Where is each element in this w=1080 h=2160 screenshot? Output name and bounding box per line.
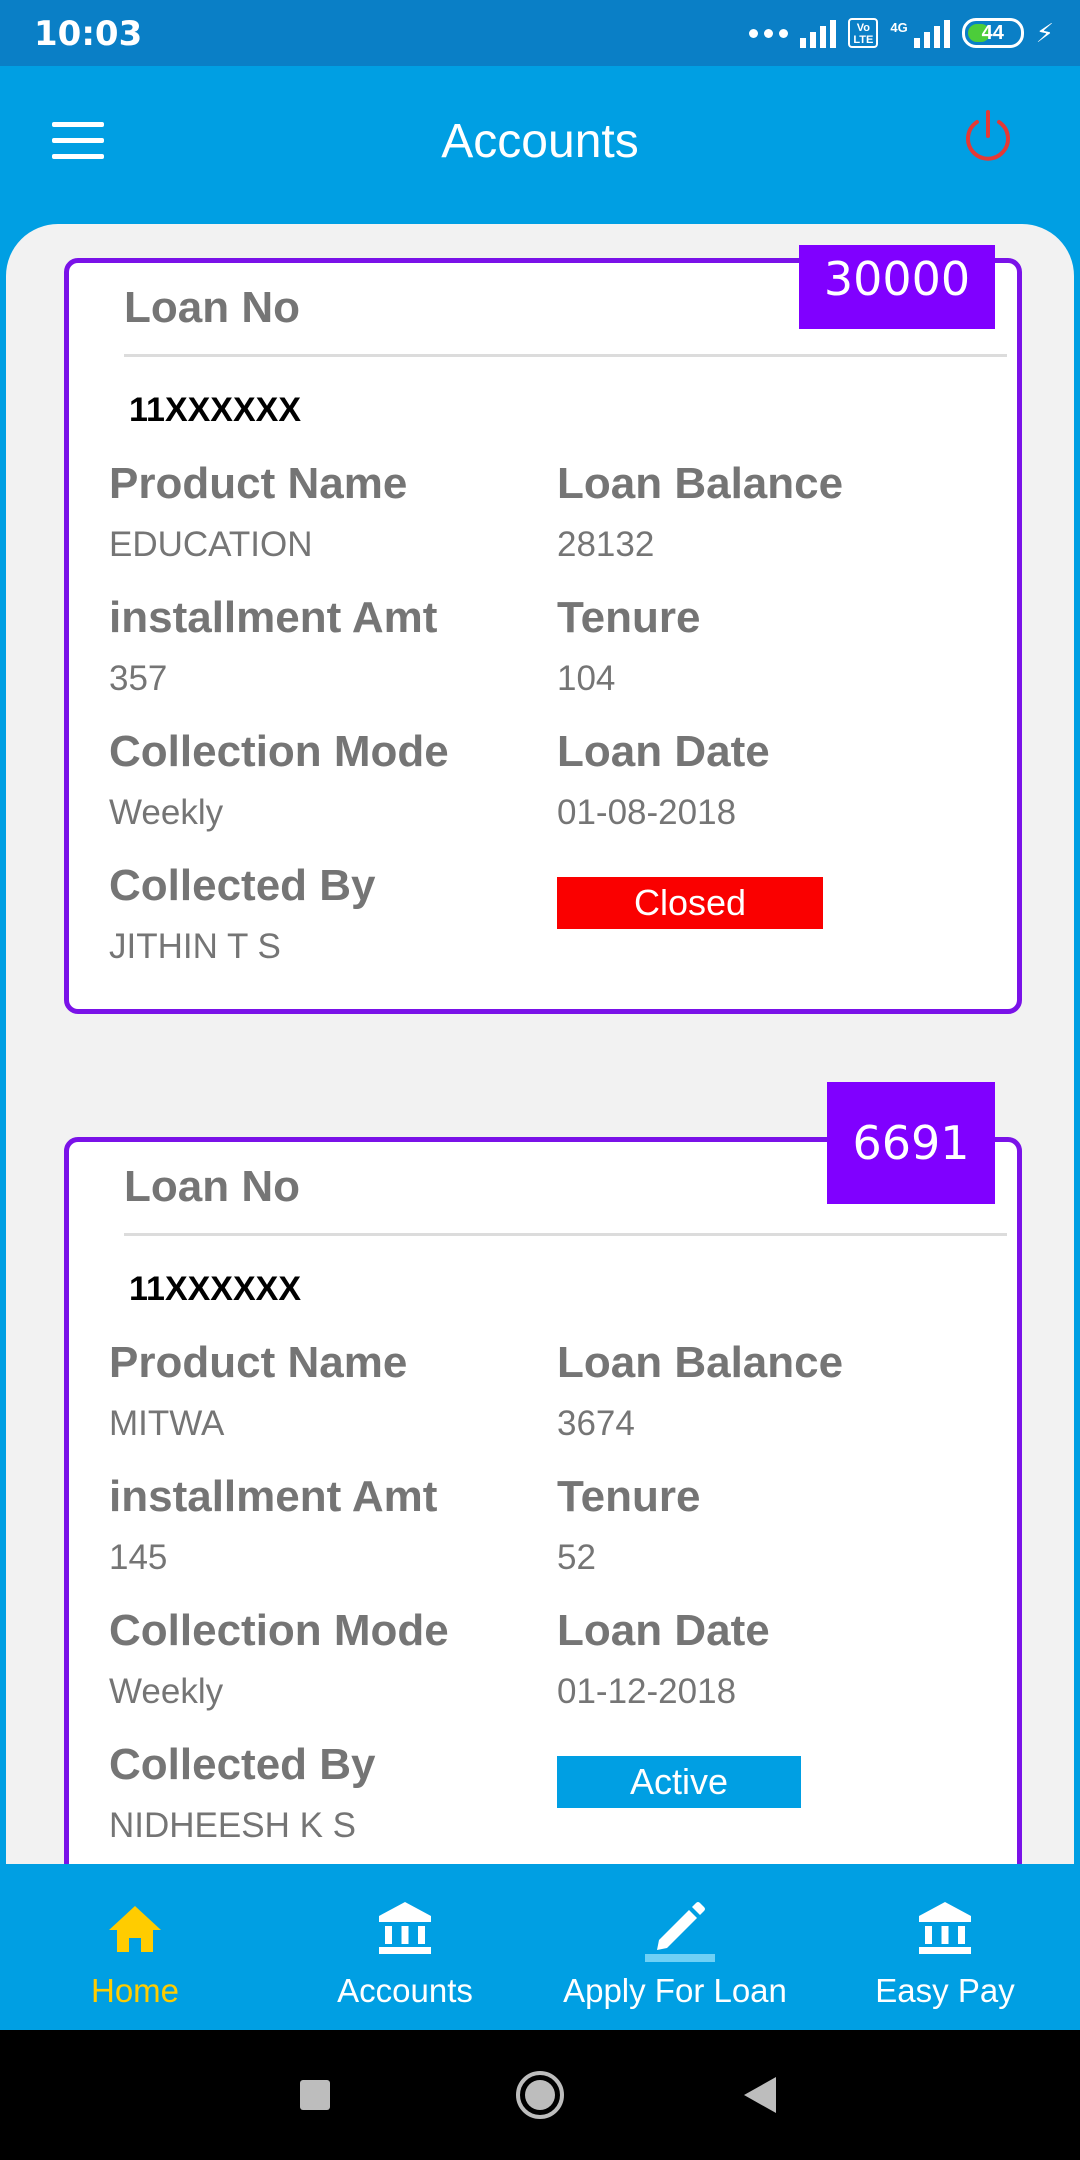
battery-level: 44 [981, 21, 1004, 44]
installment-label: installment Amt [109, 1472, 438, 1521]
tenure-value: 104 [557, 659, 616, 698]
loan-amount-badge: 30000 [799, 245, 995, 329]
nav-home[interactable]: Home [0, 1868, 270, 2030]
bank-icon [375, 1898, 435, 1958]
installment-label: installment Amt [109, 593, 438, 642]
tenure-label: Tenure [557, 1472, 701, 1521]
square-icon[interactable] [285, 2065, 345, 2125]
status-badge: Closed [557, 877, 823, 929]
collection-mode-value: Weekly [109, 1672, 224, 1711]
nav-easy-pay[interactable]: Easy Pay [810, 1868, 1080, 2030]
status-time: 10:03 [34, 14, 143, 54]
signal-icon [800, 18, 837, 48]
circle-icon[interactable] [510, 2065, 570, 2125]
loan-date-label: Loan Date [557, 727, 770, 776]
installment-value: 145 [109, 1538, 168, 1577]
app-bar: Accounts [0, 66, 1080, 222]
divider [124, 354, 1007, 357]
loan-amount-badge: 6691 [827, 1082, 995, 1204]
battery-icon: 44 [961, 18, 1024, 48]
collected-by-value: JITHIN T S [109, 927, 281, 966]
pencil-icon [645, 1898, 715, 1962]
nav-label-home: Home [90, 1972, 180, 2009]
product-name-label: Product Name [109, 459, 408, 508]
loan-date-label: Loan Date [557, 1606, 770, 1655]
loan-no-value: 11XXXXXX [129, 1270, 302, 1308]
loan-no-label: Loan No [124, 283, 300, 332]
bank-icon [915, 1898, 975, 1958]
nav-apply-for-loan[interactable]: Apply For Loan [540, 1868, 810, 2030]
collected-by-label: Collected By [109, 861, 376, 910]
loan-no-label: Loan No [124, 1162, 300, 1211]
loan-card[interactable]: 6691 Loan No 11XXXXXX Product Name MITWA… [64, 1082, 1022, 1864]
loan-balance-label: Loan Balance [557, 459, 844, 508]
collection-mode-label: Collection Mode [109, 727, 449, 776]
loan-date-value: 01-08-2018 [557, 793, 737, 832]
system-nav-bar [0, 2030, 1080, 2160]
loan-balance-value: 3674 [557, 1404, 635, 1443]
network-type: 4G [890, 19, 908, 35]
home-icon [105, 1898, 165, 1958]
bottom-nav: Home Accounts Apply For Loan Easy Pay [0, 1868, 1080, 2030]
loan-balance-label: Loan Balance [557, 1338, 844, 1387]
loan-card[interactable]: 30000 Loan No 11XXXXXX Product Name EDUC… [64, 245, 1022, 1014]
triangle-back-icon[interactable] [730, 2065, 790, 2125]
power-icon[interactable] [958, 106, 1018, 166]
nav-label-accounts: Accounts [337, 1972, 473, 2009]
collected-by-label: Collected By [109, 1740, 376, 1789]
more-dots-icon [749, 28, 789, 38]
charging-icon: ⚡ [1035, 17, 1054, 48]
product-name-label: Product Name [109, 1338, 408, 1387]
product-name-value: EDUCATION [109, 525, 313, 564]
collection-mode-label: Collection Mode [109, 1606, 449, 1655]
product-name-value: MITWA [109, 1404, 225, 1443]
collection-mode-value: Weekly [109, 793, 224, 832]
installment-value: 357 [109, 659, 168, 698]
volte-icon: Vo LTE [848, 18, 879, 48]
accounts-list[interactable]: 30000 Loan No 11XXXXXX Product Name EDUC… [6, 224, 1074, 1864]
loan-no-value: 11XXXXXX [129, 391, 302, 429]
loan-date-value: 01-12-2018 [557, 1672, 737, 1711]
nav-accounts[interactable]: Accounts [270, 1868, 540, 2030]
collected-by-value: NIDHEESH K S [109, 1806, 356, 1845]
nav-label-apply-for-loan: Apply For Loan [563, 1972, 787, 2009]
status-icons: Vo LTE 4G 44 ⚡ [749, 12, 1054, 54]
tenure-label: Tenure [557, 593, 701, 642]
nav-label-easy-pay: Easy Pay [875, 1972, 1015, 2009]
tenure-value: 52 [557, 1538, 596, 1577]
page-title: Accounts [441, 115, 639, 168]
divider [124, 1233, 1007, 1236]
signal-icon-2 [913, 18, 950, 48]
loan-balance-value: 28132 [557, 525, 655, 564]
status-badge: Active [557, 1756, 801, 1808]
status-bar: 10:03 Vo LTE 4G 44 ⚡ [0, 0, 1080, 66]
